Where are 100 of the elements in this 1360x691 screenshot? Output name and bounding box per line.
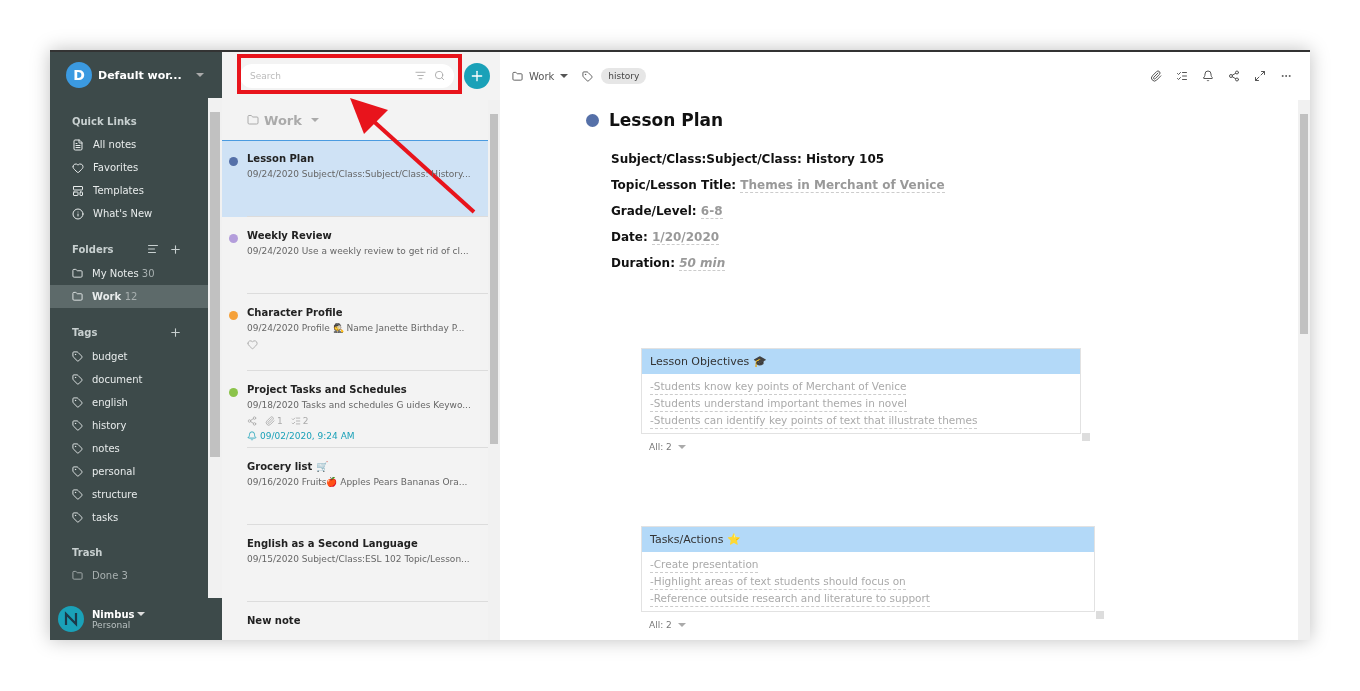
field-value: Themes in Merchant of Venice — [740, 178, 945, 193]
paperclip-icon — [265, 416, 275, 426]
section-title: Quick Links — [72, 116, 137, 127]
note-title: English as a Second Language — [247, 538, 419, 549]
note-title: Grocery list 🛒 — [247, 461, 329, 472]
share-icon[interactable] — [1228, 70, 1240, 82]
tag-item[interactable]: notes — [50, 437, 208, 460]
sort-icon[interactable] — [147, 243, 159, 255]
table-row: -Students know key points of Merchant of Venice — [650, 378, 907, 395]
table-row: -Students can identify key points of text that illustrate themes — [650, 412, 978, 429]
tag-item[interactable]: budget — [50, 345, 208, 368]
reminder-time: 09/02/2020, 9:24 AM — [260, 431, 355, 441]
note-item[interactable]: Project Tasks and Schedules 09/18/2020 Tasks and schedules G uides Keywo... 1 2 09/02/2020, 9:24 AM — [222, 371, 488, 448]
note-preview: 09/24/2020 Profile 🕵 Name Janette Birthday P... — [247, 323, 466, 333]
table-row: -Highlight areas of text students should focus on — [650, 573, 906, 590]
templates-icon — [72, 184, 84, 197]
tag-icon — [72, 489, 83, 500]
expand-icon[interactable] — [1254, 70, 1266, 82]
folder-item[interactable]: Work 12 — [50, 285, 208, 308]
checklist-icon[interactable] — [1176, 70, 1188, 82]
note-preview: 09/18/2020 Tasks and schedules G uides Keywo... — [247, 400, 472, 410]
sidebar-item[interactable]: Templates — [50, 179, 208, 202]
note-title: Weekly Review — [247, 230, 333, 241]
sidebar-item[interactable]: All notes — [50, 133, 208, 156]
search-field[interactable]: Search — [240, 64, 454, 88]
section-title: Tags — [72, 327, 98, 338]
field-label: Topic/Lesson Title: Themes in Merchant of Venice — [611, 178, 946, 194]
tag-item[interactable]: personal — [50, 460, 208, 483]
section-title: Trash — [72, 547, 103, 558]
search-icon[interactable] — [434, 70, 445, 81]
tag-icon — [72, 397, 83, 408]
note-title: New note — [247, 615, 302, 626]
table-row: -Create presentation — [650, 556, 759, 573]
tag-item[interactable]: history — [50, 414, 208, 437]
folder-dropdown[interactable]: Work — [512, 70, 569, 82]
field-label: Duration: 50 min — [611, 256, 727, 272]
resize-handle[interactable] — [1082, 433, 1090, 441]
notes-icon — [72, 138, 84, 151]
field-label: Date: 1/20/2020 — [611, 230, 721, 246]
note-title: Lesson Plan — [609, 110, 724, 130]
table-row: -Reference outside research and literature to support — [650, 590, 930, 607]
tag-item[interactable]: english — [50, 391, 208, 414]
tag-item[interactable]: document — [50, 368, 208, 391]
note-item[interactable]: Weekly Review 09/24/2020 Use a weekly review to get rid of cl... — [222, 217, 488, 294]
folder-item[interactable]: My Notes 30 — [50, 262, 208, 285]
note-item[interactable]: Grocery list 🛒 09/16/2020 Fruits🍎 Apples Pears Bananas Ora... — [222, 448, 488, 525]
trash-item[interactable]: Done 3 — [50, 564, 208, 587]
note-preview: 09/16/2020 Fruits🍎 Apples Pears Bananas Ora... — [247, 477, 469, 487]
tag-icon — [72, 512, 83, 523]
field-value: 50 min — [679, 256, 726, 271]
folder-icon — [72, 570, 83, 581]
add-icon[interactable] — [169, 326, 182, 339]
scrollbar[interactable] — [208, 98, 222, 598]
checklist-count: 2 — [302, 416, 309, 426]
note-item[interactable]: New note — [222, 602, 488, 640]
add-note-button[interactable] — [464, 63, 490, 89]
section-title: Folders — [72, 244, 114, 255]
sidebar-item[interactable]: Favorites — [50, 156, 208, 179]
folder-icon — [512, 70, 523, 82]
filter-icon[interactable] — [415, 70, 426, 81]
field-value: 6-8 — [700, 204, 723, 219]
attachment-icon[interactable] — [1150, 70, 1162, 82]
tag-icon[interactable] — [582, 70, 594, 82]
plus-icon — [469, 68, 485, 84]
table-footer[interactable]: All: 2 — [641, 612, 1298, 630]
sidebar-item[interactable]: What's New — [50, 202, 208, 225]
field-label: Grade/Level: 6-8 — [611, 204, 724, 220]
table-row: -Students understand important themes in novel — [650, 395, 907, 412]
note-item[interactable]: English as a Second Language 09/15/2020 Subject/Class:ESL 102 Topic/Lesson... — [222, 525, 488, 602]
add-icon[interactable] — [169, 243, 182, 256]
tag-chip[interactable]: history — [601, 68, 647, 84]
account-avatar[interactable] — [58, 606, 84, 632]
info-icon — [72, 207, 84, 220]
attachment-count: 1 — [277, 416, 283, 426]
table-header: Tasks/Actions ⭐ — [642, 527, 1094, 552]
tag-item[interactable]: tasks — [50, 506, 208, 529]
account-name[interactable]: Nimbus — [92, 608, 146, 620]
checklist-icon — [290, 416, 301, 426]
note-title: Project Tasks and Schedules — [247, 384, 408, 395]
field-label: Subject/Class:Subject/Class: History 105 — [611, 152, 886, 168]
folder-icon — [72, 268, 83, 279]
note-preview: 09/24/2020 Use a weekly review to get rid of cl... — [247, 246, 470, 256]
tag-item[interactable]: structure — [50, 483, 208, 506]
note-title: Lesson Plan — [247, 153, 316, 164]
folder-icon — [72, 291, 83, 302]
note-preview: 09/15/2020 Subject/Class:ESL 102 Topic/Lesson... — [247, 554, 471, 564]
tag-icon — [72, 466, 83, 477]
resize-handle[interactable] — [1096, 611, 1104, 619]
tag-icon — [72, 443, 83, 454]
field-value: History 105 — [805, 152, 885, 166]
scrollbar[interactable] — [1298, 100, 1310, 640]
workspace-name[interactable]: Default wor... — [98, 68, 182, 82]
note-item[interactable]: Character Profile 09/24/2020 Profile 🕵 Name Janette Birthday P... — [222, 294, 488, 371]
table-footer[interactable]: All: 2 — [641, 434, 1298, 452]
tag-icon — [72, 374, 83, 385]
account-plan: Personal — [92, 619, 132, 630]
tag-icon — [72, 351, 83, 362]
folder-icon — [247, 114, 259, 126]
bell-icon[interactable] — [1202, 70, 1214, 82]
caret-icon[interactable] — [195, 73, 204, 77]
